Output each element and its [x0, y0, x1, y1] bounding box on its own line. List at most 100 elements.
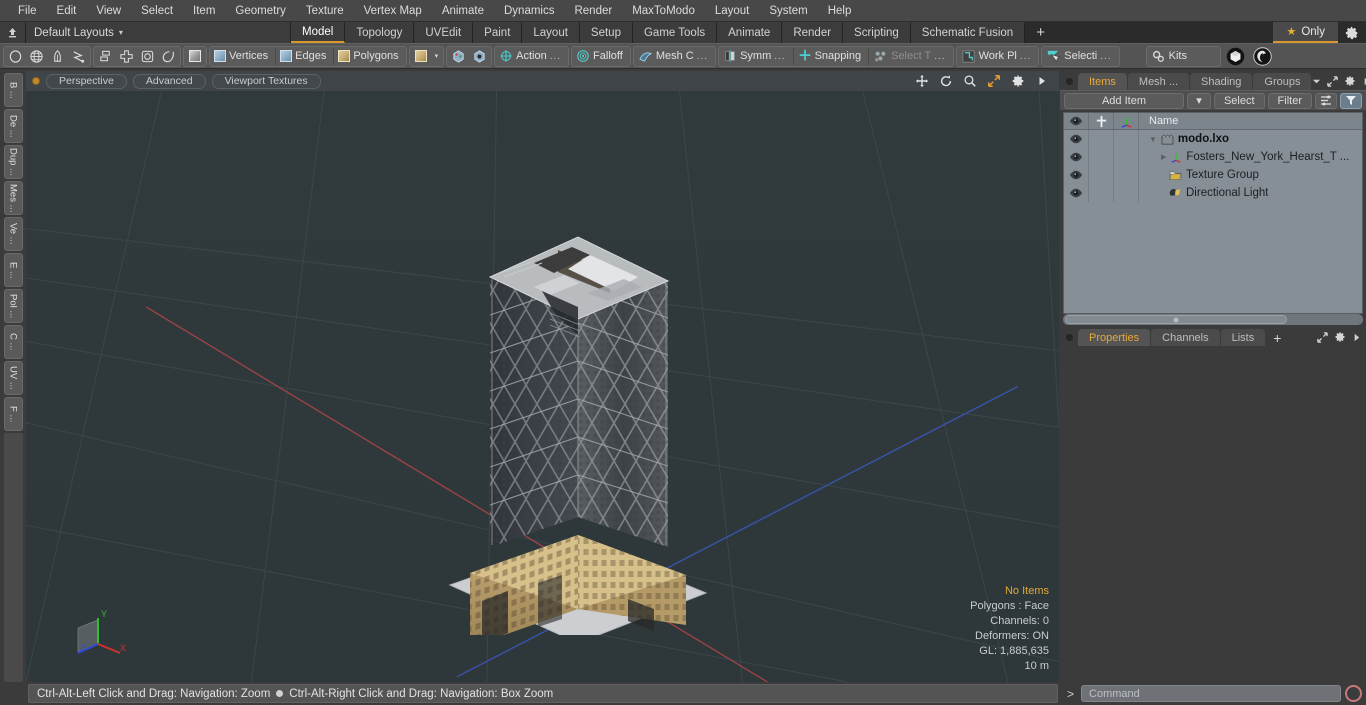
filter-button[interactable]: Filter	[1267, 92, 1312, 109]
add-properties-tab[interactable]: +	[1266, 329, 1288, 346]
perspective-viewport[interactable]: No Items Polygons : Face Channels: 0 Def…	[26, 91, 1059, 682]
pen-tool-button[interactable]	[47, 47, 68, 66]
panel-more-icon[interactable]	[1352, 333, 1361, 342]
menu-system[interactable]: System	[759, 0, 817, 22]
tab-mesh[interactable]: Mesh ...	[1127, 73, 1190, 90]
tabs-dropdown-icon[interactable]	[1312, 77, 1321, 86]
tab-channels[interactable]: Channels	[1151, 329, 1220, 346]
row-axis-cell[interactable]	[1114, 166, 1139, 184]
menu-layout[interactable]: Layout	[705, 0, 760, 22]
tab-lists[interactable]: Lists	[1220, 329, 1266, 346]
properties-led-dot[interactable]	[1066, 334, 1073, 341]
array-tool-button[interactable]	[95, 47, 116, 66]
panel-gear-icon[interactable]	[1344, 75, 1356, 87]
snapping-button[interactable]: Snapping	[795, 47, 868, 66]
viewport-textures-dropdown[interactable]: Viewport Textures	[211, 73, 321, 89]
zoom-viewport-icon[interactable]	[962, 74, 977, 89]
layout-settings-button[interactable]	[1338, 22, 1366, 43]
symmetry-button[interactable]: Symm ...	[720, 47, 792, 66]
smooth-tool-button[interactable]	[158, 47, 179, 66]
row-directional-light[interactable]: Directional Light	[1139, 187, 1268, 199]
select-button[interactable]: Select	[1213, 92, 1265, 109]
items-mode-button[interactable]	[185, 47, 205, 66]
left-tab-curve[interactable]: C ...	[3, 325, 23, 359]
left-tab-uv[interactable]: UV ...	[3, 361, 23, 395]
selection-set-button[interactable]: Selecti ...	[1043, 47, 1117, 66]
select-through-button[interactable]: Select T ...	[870, 47, 952, 66]
panel-gear-icon[interactable]	[1334, 331, 1346, 343]
record-macro-icon[interactable]	[1345, 685, 1362, 702]
expander-icon[interactable]: ▶	[1161, 153, 1166, 161]
paint-vertex-button[interactable]	[448, 47, 469, 66]
row-lock-cell[interactable]	[1089, 130, 1114, 148]
edges-mode-button[interactable]: Edges	[277, 47, 332, 66]
menu-texture[interactable]: Texture	[296, 0, 354, 22]
work-plane-button[interactable]: Work Pl ...	[958, 47, 1038, 66]
viewport-projection-dropdown[interactable]: Perspective	[46, 73, 127, 89]
active-viewport-dot[interactable]	[32, 77, 40, 85]
tab-groups[interactable]: Groups	[1253, 73, 1312, 90]
row-lock-cell[interactable]	[1089, 184, 1114, 202]
row-axis-cell[interactable]	[1114, 184, 1139, 202]
row-axis-cell[interactable]	[1114, 130, 1139, 148]
tab-shading[interactable]: Shading	[1190, 73, 1253, 90]
only-toggle-button[interactable]: ★ Only	[1273, 22, 1338, 43]
unreal-logo-button[interactable]	[1250, 46, 1275, 66]
home-layout-button[interactable]	[0, 22, 26, 43]
row-lock-cell[interactable]	[1089, 166, 1114, 184]
menu-dynamics[interactable]: Dynamics	[494, 0, 564, 22]
panel-led-dot[interactable]	[1066, 78, 1073, 85]
left-tab-polygon[interactable]: Pol ...	[3, 289, 23, 323]
left-tab-vertex[interactable]: Ve ...	[3, 217, 23, 251]
polygons-mode-button[interactable]: Polygons	[335, 47, 404, 66]
properties-content-area[interactable]	[1060, 346, 1366, 682]
layout-tab-animate[interactable]: Animate	[717, 22, 783, 43]
viewport-more-icon[interactable]	[1034, 74, 1049, 89]
menu-maxtomodo[interactable]: MaxToModo	[622, 0, 705, 22]
expander-icon[interactable]: ▼	[1149, 135, 1157, 144]
layout-tab-paint[interactable]: Paint	[473, 22, 523, 43]
menu-animate[interactable]: Animate	[432, 0, 494, 22]
left-tab-basic[interactable]: B ...	[3, 73, 23, 107]
item-list-empty-area[interactable]	[1064, 202, 1362, 313]
item-list-scrollbar[interactable]	[1063, 314, 1363, 325]
sphere-primitive-button[interactable]	[26, 47, 47, 66]
left-tab-duplicate[interactable]: Dup ...	[3, 145, 23, 179]
tab-items[interactable]: Items	[1078, 73, 1127, 90]
move-viewport-icon[interactable]	[914, 74, 929, 89]
layout-tab-scripting[interactable]: Scripting	[843, 22, 911, 43]
curve-tool-button[interactable]	[68, 47, 89, 66]
materials-mode-button[interactable]	[411, 47, 431, 66]
menu-select[interactable]: Select	[131, 0, 183, 22]
add-layout-tab-button[interactable]: +	[1025, 22, 1056, 43]
menu-vertex-map[interactable]: Vertex Map	[354, 0, 432, 22]
row-eye-toggle[interactable]	[1064, 184, 1089, 202]
left-tab-edge[interactable]: E ...	[3, 253, 23, 287]
bevel-tool-button[interactable]	[137, 47, 158, 66]
list-options-button[interactable]	[1315, 92, 1337, 109]
row-scene[interactable]: ▼ modo.lxo	[1139, 133, 1229, 145]
panel-more-icon[interactable]	[1362, 77, 1366, 86]
menu-render[interactable]: Render	[564, 0, 622, 22]
rotate-viewport-icon[interactable]	[938, 74, 953, 89]
menu-item[interactable]: Item	[183, 0, 225, 22]
table-row[interactable]: ▼ modo.lxo	[1064, 130, 1362, 148]
chevron-down-icon[interactable]: ▾	[431, 52, 443, 60]
layout-tab-render[interactable]: Render	[782, 22, 844, 43]
vertices-mode-button[interactable]: Vertices	[211, 47, 274, 66]
falloff-button[interactable]: Falloff	[573, 47, 629, 66]
left-tab-fusion[interactable]: F ...	[3, 397, 23, 431]
mesh-constraint-button[interactable]: Mesh C ...	[635, 47, 714, 66]
row-axis-cell[interactable]	[1114, 148, 1139, 166]
add-item-dropdown[interactable]: ▾	[1186, 92, 1211, 109]
tab-properties[interactable]: Properties	[1078, 329, 1151, 346]
menu-view[interactable]: View	[86, 0, 131, 22]
expand-panel-icon[interactable]	[1327, 75, 1339, 87]
viewport-settings-icon[interactable]	[1010, 74, 1025, 89]
row-texture-group[interactable]: Texture Group	[1139, 169, 1259, 181]
menu-help[interactable]: Help	[818, 0, 862, 22]
table-row[interactable]: Directional Light	[1064, 184, 1362, 202]
funnel-button[interactable]	[1340, 92, 1362, 109]
viewport-shading-dropdown[interactable]: Advanced	[132, 73, 206, 89]
row-lock-cell[interactable]	[1089, 148, 1114, 166]
